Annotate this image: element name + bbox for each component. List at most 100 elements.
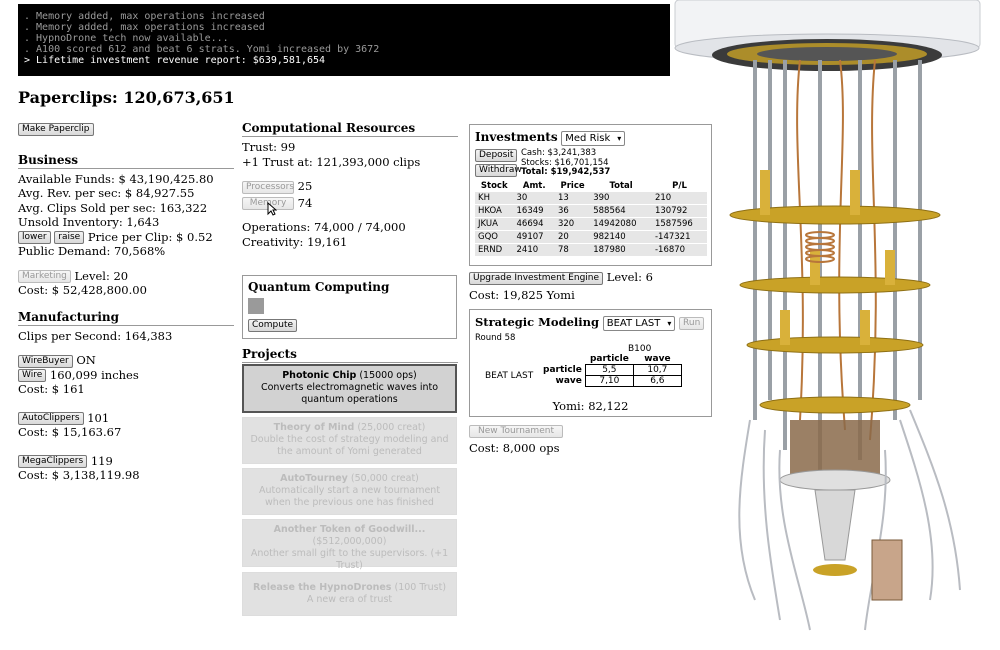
project-cost: (50,000 creat) (347, 473, 419, 484)
console-line: . HypnoDrone tech now available... (24, 33, 229, 44)
megaclippers-count: 119 (90, 453, 113, 468)
strategy-value: BEAT LAST (606, 318, 661, 329)
payoff-cell: 7,10 (584, 375, 634, 387)
column-header: Price (560, 180, 585, 191)
investments-panel: Investments Med Risk ▾ Deposit Withdraw … (469, 124, 712, 266)
wire-button[interactable]: Wire (18, 369, 47, 382)
megaclippers-button[interactable]: MegaClippers (18, 455, 88, 468)
withdraw-button[interactable]: Withdraw (475, 164, 522, 177)
left-column: Make Paperclip Business Available Funds:… (18, 121, 234, 483)
upgrade-investment-engine-button[interactable]: Upgrade Investment Engine (469, 271, 604, 285)
row-particle-label: particle (543, 365, 582, 375)
autoclippers-row: AutoClippers 101 (18, 411, 234, 425)
yomi: Yomi: 82,122 (552, 399, 629, 413)
stock-cell: 49107 (513, 230, 555, 244)
unsold-inventory: Unsold Inventory: 1,643 (18, 215, 160, 229)
business-title: Business (18, 153, 234, 169)
wirebuyer-state: ON (76, 353, 96, 367)
next-trust: +1 Trust at: 121,393,000 clips (242, 154, 421, 169)
console-line: . Memory added, max operations increased (24, 11, 265, 22)
quantum-title: Quantum Computing (248, 280, 390, 294)
stock-cell: GQO (475, 230, 514, 244)
project-desc: Another small gift to the supervisors. (… (250, 548, 449, 571)
strategy-select[interactable]: BEAT LAST ▾ (602, 316, 676, 331)
autoclippers-cost: Cost: $ 15,163.67 (18, 425, 122, 439)
trust: Trust: 99 (242, 140, 296, 154)
lower-price-button[interactable]: lower (18, 231, 51, 244)
console-line: . A100 scored 612 and beat 6 strats. Yom… (24, 44, 380, 55)
make-paperclip-button[interactable]: Make Paperclip (18, 122, 94, 136)
project-title: Photonic Chip (282, 370, 357, 381)
strategy-grid: B100 BEAT LAST particle wave particle 5,… (475, 343, 706, 399)
wire-amount: 160,099 inches (49, 367, 139, 382)
available-funds: Available Funds: $ 43,190,425.80 (18, 171, 214, 186)
creativity: Creativity: 19,161 (242, 234, 348, 249)
chevron-down-icon: ▾ (667, 319, 672, 328)
stock-cell: 130792 (651, 204, 707, 218)
project-title: Another Token of Goodwill... (273, 524, 426, 535)
stock-cell: 320 (554, 217, 591, 231)
computational-title: Computational Resources (242, 121, 458, 137)
wire-cost: Cost: $ 161 (18, 382, 85, 396)
opponent-label: B100 (628, 344, 652, 354)
project-release-hypnodrones[interactable]: Release the HypnoDrones (100 Trust) A ne… (242, 572, 457, 616)
project-cost: (15000 ops) (356, 370, 417, 381)
quantum-chip (248, 298, 264, 314)
strategic-title: Strategic Modeling (475, 315, 600, 329)
price-row: lower raise Price per Clip: $ 0.52 (18, 230, 234, 244)
stock-cell: 588564 (590, 204, 652, 218)
risk-value: Med Risk (565, 133, 611, 144)
project-token-of-goodwill[interactable]: Another Token of Goodwill... ($512,000,0… (242, 519, 457, 571)
investment-engine: Upgrade Investment Engine Level: 6 Cost:… (469, 270, 709, 302)
raise-price-button[interactable]: raise (54, 231, 85, 244)
project-theory-of-mind[interactable]: Theory of Mind (25,000 creat) Double the… (242, 417, 457, 464)
project-autotourney[interactable]: AutoTourney (50,000 creat) Automatically… (242, 468, 457, 515)
table-row: JKUA 46694 320 14942080 1587596 (475, 217, 707, 231)
investments-header: Investments Med Risk ▾ (475, 130, 706, 146)
project-cost: (25,000 creat) (354, 422, 426, 433)
table-row: HKOA 16349 36 588564 130792 (475, 204, 707, 218)
payoff-table: particle wave particle 5,5 10,7 wave 7,1… (540, 354, 682, 387)
console-line-latest: > Lifetime investment revenue report: $6… (24, 55, 326, 66)
manufacturing-title: Manufacturing (18, 310, 234, 326)
wirebuyer-button[interactable]: WireBuyer (18, 354, 73, 368)
avg-clips-sold: Avg. Clips Sold per sec: 163,322 (18, 200, 208, 215)
compute-button[interactable]: Compute (248, 318, 298, 332)
stock-cell: 187980 (590, 243, 652, 257)
col-particle-label: particle (589, 354, 629, 364)
processors-button[interactable]: Processors (242, 180, 294, 194)
tournament-cost: Cost: 8,000 ops (469, 440, 560, 455)
computational-resources: Computational Resources Trust: 99 +1 Tru… (242, 121, 458, 249)
stock-cell: ERND (475, 243, 514, 257)
project-cost: (100 Trust) (391, 582, 447, 593)
project-title: AutoTourney (280, 473, 348, 484)
row-strategy-label: BEAT LAST (485, 371, 534, 381)
investment-upgrade-cost: Cost: 19,825 Yomi (469, 287, 575, 302)
stock-cell: 982140 (590, 230, 652, 244)
stock-cell: 390 (590, 191, 652, 205)
investments-actions: Deposit Withdraw Cash: $3,241,383 Stocks… (475, 148, 706, 178)
column-header: Amt. (522, 180, 546, 191)
col-wave-label: wave (644, 354, 671, 364)
stock-cell: 210 (651, 191, 707, 205)
payoff-cell: 5,5 (584, 364, 634, 376)
megaclippers-cost: Cost: $ 3,138,119.98 (18, 468, 140, 482)
project-desc: Automatically start a new tournament whe… (258, 485, 441, 508)
stock-cell: 78 (554, 243, 591, 257)
marketing-button[interactable]: Marketing (18, 270, 71, 283)
stock-cell: 46694 (513, 217, 555, 231)
column-header: Total (609, 180, 633, 191)
autoclippers-button[interactable]: AutoClippers (18, 412, 84, 425)
stock-cell: 30 (513, 191, 555, 205)
stock-cell: 14942080 (590, 217, 652, 231)
project-cost: ($512,000,000) (312, 536, 387, 547)
wirebuyer-row: WireBuyer ON (18, 353, 234, 368)
project-photonic-chip[interactable]: Photonic Chip (15000 ops) Converts elect… (242, 364, 457, 413)
run-button[interactable]: Run (679, 316, 705, 330)
risk-select[interactable]: Med Risk ▾ (561, 131, 626, 146)
clips-per-second: Clips per Second: 164,383 (18, 328, 173, 343)
deposit-button[interactable]: Deposit (475, 149, 517, 162)
operations: Operations: 74,000 / 74,000 (242, 220, 406, 234)
new-tournament-button[interactable]: New Tournament (469, 424, 563, 438)
public-demand: Public Demand: 70,568% (18, 244, 166, 258)
